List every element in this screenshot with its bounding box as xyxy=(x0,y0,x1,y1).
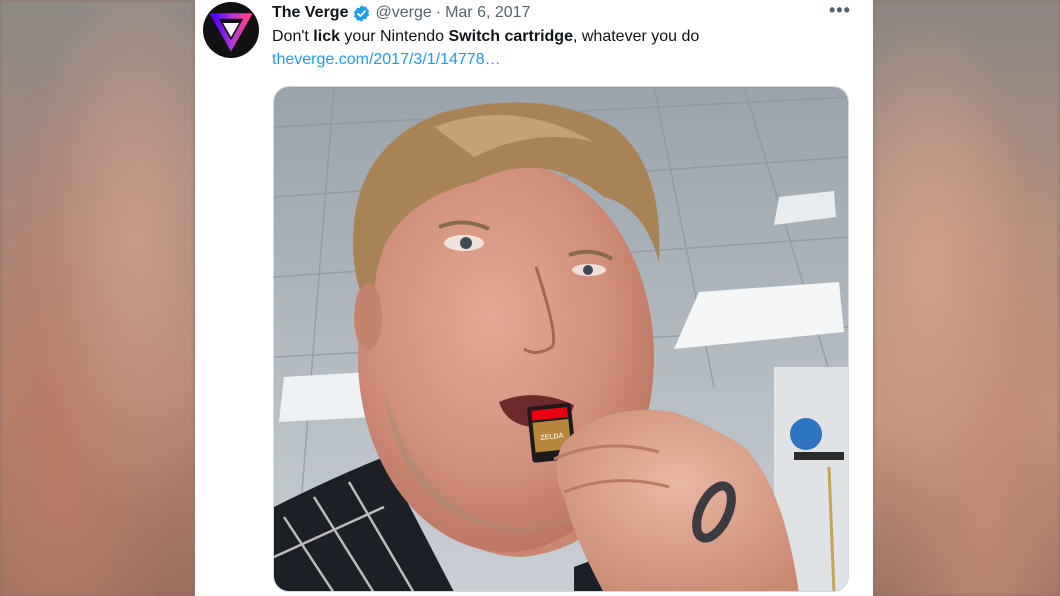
avatar[interactable] xyxy=(203,2,259,58)
article-link[interactable]: theverge.com/2017/3/1/14778… xyxy=(272,51,501,69)
display-name[interactable]: The Verge xyxy=(272,4,348,22)
more-options-icon[interactable]: ••• xyxy=(829,1,850,22)
tweet-text-part: , whatever you do xyxy=(572,28,700,45)
tweet-text-part: your Nintendo xyxy=(339,28,449,45)
tweet-text: Don't lick your Nintendo Switch cartridg… xyxy=(272,28,699,46)
blue-ball xyxy=(790,418,822,450)
blurred-background-right xyxy=(873,0,1060,596)
verified-badge-icon xyxy=(352,4,371,23)
tweet-text-part: Don't xyxy=(272,28,314,45)
separator-dot: · xyxy=(435,4,442,21)
tweet-date[interactable]: Mar 6, 2017 xyxy=(445,4,530,22)
tweet-text-bold-switch: Switch cartridge xyxy=(448,28,573,45)
user-handle[interactable]: @verge xyxy=(375,4,431,22)
tweet-photo[interactable]: ZELDA xyxy=(273,86,849,592)
tweet-text-bold-lick: lick xyxy=(313,28,340,45)
blurred-background-left xyxy=(0,0,195,596)
tweet-card[interactable]: The Verge @verge · Mar 6, 2017 ••• Don't… xyxy=(195,0,873,596)
verge-logo-icon xyxy=(210,13,252,51)
tweet-header: The Verge @verge · Mar 6, 2017 xyxy=(272,3,530,23)
